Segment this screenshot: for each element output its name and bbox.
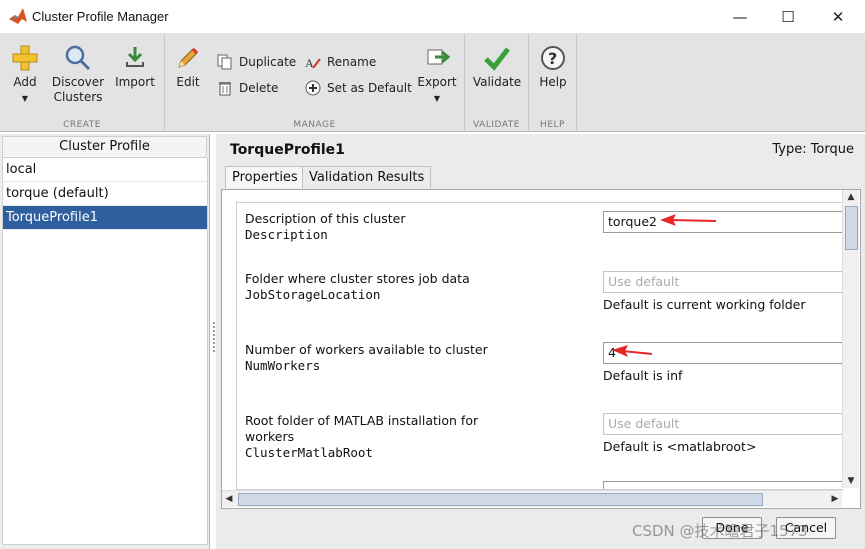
export-icon: [427, 49, 451, 65]
help-button[interactable]: ? Help: [533, 44, 573, 90]
annotation-arrow-icon: [660, 214, 717, 226]
scroll-down-arrow-icon[interactable]: ▼: [844, 474, 858, 488]
profile-list: local torque (default) TorqueProfile1: [2, 158, 208, 545]
vertical-scrollbar[interactable]: ▲ ▼: [842, 190, 859, 488]
toolstrip: Add ▼ Discover Clusters Import CREATE Ed…: [0, 34, 865, 132]
discover-clusters-button[interactable]: Discover Clusters: [50, 44, 106, 105]
profile-item-local[interactable]: local: [3, 158, 207, 182]
profile-details-panel: TorqueProfile1 Type: Torque Properties V…: [216, 134, 865, 549]
delete-label: Delete: [239, 81, 279, 95]
edit-label: Edit: [176, 75, 200, 89]
import-label: Import: [115, 75, 155, 89]
duplicate-icon: [217, 54, 232, 70]
edit-button[interactable]: Edit: [171, 44, 205, 90]
profile-item-torqueprofile1[interactable]: TorqueProfile1: [3, 206, 207, 230]
add-label: Add: [13, 75, 37, 89]
help-group: ? Help HELP: [529, 34, 577, 132]
rename-button[interactable]: A Rename: [305, 54, 376, 70]
scroll-left-arrow-icon[interactable]: ◀: [222, 492, 236, 506]
discover-label-2: Clusters: [53, 90, 103, 104]
create-group-label: CREATE: [63, 120, 101, 130]
property-description-text: Folder where cluster stores job data: [245, 271, 470, 286]
create-group: Add ▼ Discover Clusters Import CREATE: [0, 34, 165, 132]
import-icon: [126, 47, 144, 67]
plus-circle-icon: [305, 80, 321, 96]
magnifier-icon: [65, 45, 91, 71]
help-group-label: HELP: [540, 120, 565, 130]
cluster-profile-header[interactable]: Cluster Profile: [2, 136, 207, 158]
export-button[interactable]: Export ▼: [415, 44, 459, 106]
delete-button[interactable]: Delete: [217, 80, 278, 96]
close-button[interactable]: ✕: [815, 0, 861, 34]
validate-label: Validate: [472, 75, 522, 89]
help-label: Help: [539, 75, 567, 89]
add-icon: [12, 45, 38, 71]
tab-validation-results[interactable]: Validation Results: [302, 166, 432, 188]
import-button[interactable]: Import: [113, 44, 157, 90]
next-property-field-partial[interactable]: [603, 481, 844, 489]
tab-properties[interactable]: Properties: [225, 166, 305, 188]
set-default-button[interactable]: Set as Default: [305, 80, 412, 96]
add-dropdown-icon: ▼: [21, 94, 29, 103]
validate-group: Validate VALIDATE: [465, 34, 529, 132]
property-description-text: Description of this cluster: [245, 211, 406, 226]
property-description-line2: workers: [245, 429, 295, 444]
property-name: NumWorkers: [245, 358, 321, 373]
validate-group-label: VALIDATE: [473, 120, 520, 130]
property-description-line1: Root folder of MATLAB installation for: [245, 413, 479, 428]
help-icon: ?: [541, 46, 565, 70]
scroll-up-arrow-icon[interactable]: ▲: [844, 190, 858, 204]
rename-icon: A: [305, 56, 321, 70]
add-button[interactable]: Add ▼: [8, 44, 42, 106]
pencil-icon: [178, 47, 199, 68]
duplicate-button[interactable]: Duplicate: [217, 54, 296, 70]
properties-frame: Description of this cluster Description …: [221, 189, 861, 509]
watermark-text: CSDN @技术瞻君子1573: [632, 522, 808, 540]
property-name: JobStorageLocation: [245, 287, 381, 302]
profile-item-torque[interactable]: torque (default): [3, 182, 207, 206]
horizontal-scroll-thumb[interactable]: [238, 493, 763, 506]
cluster-matlab-root-field[interactable]: Use default: [603, 413, 844, 435]
validate-button[interactable]: Validate: [471, 44, 523, 90]
checkmark-icon: [484, 47, 510, 71]
duplicate-label: Duplicate: [239, 55, 297, 69]
export-dropdown-icon: ▼: [433, 94, 441, 103]
maximize-button[interactable]: ☐: [765, 0, 811, 34]
manage-group: Edit Duplicate Delete A Rename Set as De…: [165, 34, 465, 132]
minimize-button[interactable]: —: [717, 0, 763, 34]
manage-group-label: MANAGE: [293, 120, 336, 130]
rename-label: Rename: [327, 55, 377, 69]
profile-name-heading: TorqueProfile1: [230, 142, 345, 158]
profile-type-label: Type: Torque: [772, 142, 854, 157]
description-field[interactable]: torque2: [603, 211, 844, 233]
properties-list: Description of this cluster Description …: [236, 202, 844, 490]
discover-label-1: Discover: [51, 75, 105, 89]
set-default-label: Set as Default: [327, 81, 412, 95]
trash-icon: [219, 82, 231, 96]
property-description-text: Number of workers available to cluster: [245, 342, 488, 357]
cluster-profile-panel: Cluster Profile local torque (default) T…: [0, 134, 210, 549]
svg-text:?: ?: [548, 49, 557, 68]
annotation-arrow-icon: [612, 345, 653, 357]
vertical-scroll-thumb[interactable]: [845, 206, 858, 250]
property-hint: Default is <matlabroot>: [603, 439, 757, 454]
property-name: ClusterMatlabRoot: [245, 445, 373, 460]
svg-text:A: A: [305, 56, 314, 70]
matlab-logo-icon: [9, 8, 27, 24]
title-bar: Cluster Profile Manager — ☐ ✕: [0, 0, 865, 34]
window-title: Cluster Profile Manager: [32, 9, 169, 24]
property-hint: Default is current working folder: [603, 297, 806, 312]
property-name: Description: [245, 227, 328, 242]
horizontal-scrollbar[interactable]: ◀ ▶: [222, 490, 842, 507]
scroll-right-arrow-icon[interactable]: ▶: [828, 492, 842, 506]
job-storage-location-field[interactable]: Use default: [603, 271, 844, 293]
export-label: Export: [417, 75, 457, 89]
property-hint: Default is inf: [603, 368, 683, 383]
